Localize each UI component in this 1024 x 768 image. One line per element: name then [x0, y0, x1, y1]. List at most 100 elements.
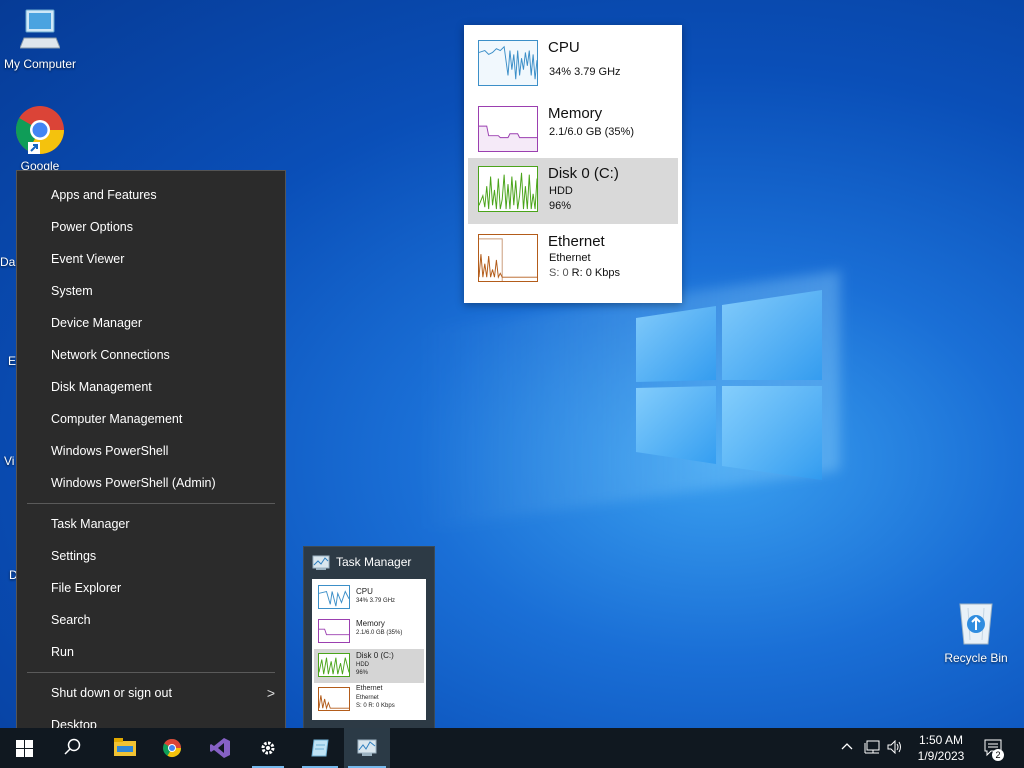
desktop-icon-partial-1[interactable]: Da: [0, 255, 16, 269]
chrome-icon: [15, 106, 64, 155]
perf-ethernet-send: S: 0: [549, 267, 569, 279]
mini-ethernet-graph: [318, 687, 350, 711]
menu-item-search[interactable]: Search: [17, 604, 285, 636]
desktop-icon-my-computer[interactable]: My Computer: [0, 8, 80, 71]
menu-item-event-viewer[interactable]: Event Viewer: [17, 243, 285, 275]
ethernet-graph: [478, 234, 538, 282]
menu-item-apps-and-features[interactable]: Apps and Features: [17, 179, 285, 211]
menu-item-power-options[interactable]: Power Options: [17, 211, 285, 243]
mini-memory-value: 2.1/6.0 GB (35%): [356, 630, 403, 636]
menu-item-network-connections[interactable]: Network Connections: [17, 339, 285, 371]
mini-memory-graph: [318, 619, 350, 643]
mini-perf-ethernet: Ethernet Ethernet S: 0 R: 0 Kbps: [314, 683, 424, 717]
taskbar-app-visual-studio[interactable]: [200, 728, 240, 768]
volume-tray-icon[interactable]: [884, 728, 906, 768]
search-taskbar-button[interactable]: [56, 728, 92, 768]
notepad-icon: [311, 739, 329, 757]
mini-cpu-graph: [318, 585, 350, 609]
visual-studio-icon: [210, 738, 230, 758]
desktop-icon-recycle-bin[interactable]: Recycle Bin: [936, 600, 1016, 665]
cpu-graph: [478, 40, 538, 86]
perf-cpu-value: 34% 3.79 GHz: [549, 66, 621, 78]
chevron-up-icon: [841, 743, 853, 750]
recycle-bin-icon: [959, 603, 993, 645]
action-center-button[interactable]: 2: [980, 728, 1010, 768]
menu-separator: [27, 503, 275, 504]
windows-logo-wallpaper: [636, 290, 822, 480]
perf-item-disk[interactable]: Disk 0 (C:) HDD 96%: [468, 158, 678, 224]
computer-icon: [19, 9, 61, 49]
perf-ethernet-title: Ethernet: [548, 233, 605, 250]
menu-item-disk-management[interactable]: Disk Management: [17, 371, 285, 403]
mini-ethernet-title: Ethernet: [356, 685, 383, 692]
folder-icon: [114, 738, 136, 756]
network-tray-icon[interactable]: [860, 728, 884, 768]
menu-item-shut-down-or-sign-out[interactable]: Shut down or sign out >: [17, 677, 285, 709]
taskbar-app-chrome[interactable]: [152, 728, 192, 768]
gear-icon: [261, 741, 275, 755]
perf-cpu-title: CPU: [548, 39, 580, 56]
chrome-icon: [163, 738, 181, 758]
network-icon: [864, 740, 880, 754]
perf-memory-title: Memory: [548, 105, 603, 122]
perf-disk-value: 96%: [549, 200, 572, 212]
menu-item-windows-powershell-admin[interactable]: Windows PowerShell (Admin): [17, 467, 285, 499]
mini-ethernet-throughput: S: 0 R: 0 Kbps: [356, 703, 395, 709]
taskbar-app-notepad[interactable]: [298, 728, 342, 768]
mini-disk-type: HDD: [356, 662, 369, 668]
perf-ethernet-receive: R: 0 Kbps: [571, 267, 620, 279]
mini-ethernet-send: S: 0: [356, 703, 367, 709]
mini-ethernet-receive: R: 0 Kbps: [368, 703, 395, 709]
desktop-icon-label: Vi: [4, 454, 15, 468]
desktop-icon-label: E: [8, 354, 17, 368]
winx-context-menu: Apps and Features Power Options Event Vi…: [16, 170, 286, 750]
menu-item-file-explorer[interactable]: File Explorer: [17, 572, 285, 604]
clock-time: 1:50 AM: [918, 733, 964, 747]
mini-ethernet-adapter: Ethernet: [356, 695, 379, 701]
clock-date: 1/9/2023: [917, 749, 965, 763]
chevron-right-icon: >: [266, 685, 275, 701]
taskbar-clock[interactable]: 1:50 AM 1/9/2023: [906, 732, 976, 764]
mini-cpu-value: 34% 3.79 GHz: [356, 598, 396, 604]
perf-memory-value: 2.1/6.0 GB (35%): [549, 126, 634, 138]
task-manager-icon: [312, 555, 330, 570]
mini-disk-graph: [318, 653, 350, 677]
menu-item-settings[interactable]: Settings: [17, 540, 285, 572]
perf-ethernet-throughput: S: 0 R: 0 Kbps: [549, 267, 620, 279]
mini-cpu-title: CPU: [356, 587, 373, 596]
menu-separator: [27, 672, 275, 673]
thumbnail-preview: CPU 34% 3.79 GHz Memory 2.1/6.0 GB (35%)…: [312, 579, 426, 720]
menu-item-run[interactable]: Run: [17, 636, 285, 668]
notification-count-badge: 2: [992, 749, 1004, 761]
taskbar-app-file-explorer[interactable]: [104, 728, 144, 768]
windows-icon: [16, 740, 33, 757]
mini-disk-title: Disk 0 (C:): [356, 651, 394, 660]
menu-item-windows-powershell[interactable]: Windows PowerShell: [17, 435, 285, 467]
memory-graph: [478, 106, 538, 152]
perf-ethernet-adapter: Ethernet: [549, 252, 591, 264]
mini-memory-title: Memory: [356, 619, 385, 628]
mini-disk-value: 96%: [356, 670, 369, 676]
task-manager-thumbnail[interactable]: Task Manager CPU 34% 3.79 GHz Memory 2.1…: [303, 546, 435, 730]
perf-item-cpu[interactable]: CPU 34% 3.79 GHz: [468, 32, 678, 96]
perf-item-memory[interactable]: Memory 2.1/6.0 GB (35%): [468, 98, 678, 162]
mini-perf-memory: Memory 2.1/6.0 GB (35%): [314, 615, 424, 649]
menu-item-label: Shut down or sign out: [51, 686, 172, 700]
thumbnail-title: Task Manager: [336, 555, 412, 569]
perf-item-ethernet[interactable]: Ethernet Ethernet S: 0 R: 0 Kbps: [468, 226, 678, 296]
desktop-icon-google[interactable]: Google: [0, 104, 80, 173]
taskbar-app-task-manager[interactable]: [344, 728, 390, 768]
menu-item-device-manager[interactable]: Device Manager: [17, 307, 285, 339]
menu-item-task-manager[interactable]: Task Manager: [17, 508, 285, 540]
taskbar-app-settings[interactable]: [248, 728, 288, 768]
menu-item-system[interactable]: System: [17, 275, 285, 307]
desktop-icon-label: Recycle Bin: [944, 651, 1008, 665]
start-button[interactable]: [8, 728, 44, 768]
show-hidden-icons-button[interactable]: [836, 728, 858, 768]
menu-item-computer-management[interactable]: Computer Management: [17, 403, 285, 435]
perf-disk-type: HDD: [549, 185, 573, 197]
mini-perf-cpu: CPU 34% 3.79 GHz: [314, 581, 424, 615]
task-manager-performance-panel: CPU 34% 3.79 GHz Memory 2.1/6.0 GB (35%)…: [464, 25, 682, 303]
search-icon: [64, 738, 81, 755]
desktop-icon-label: Da: [0, 255, 16, 269]
